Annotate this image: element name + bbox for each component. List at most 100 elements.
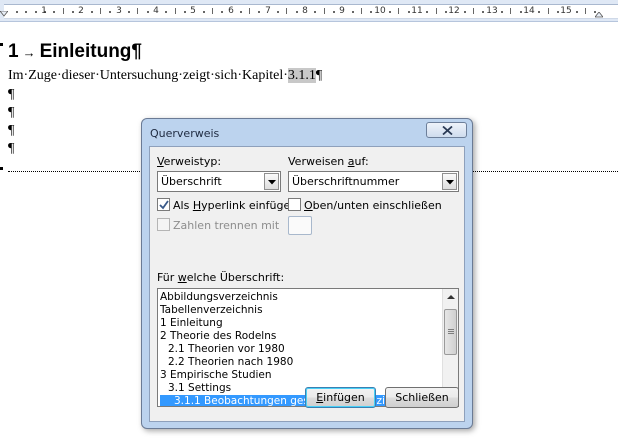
ruler-dot [576,11,578,13]
list-item[interactable]: 1 Einleitung [160,317,442,330]
ruler-number: 1 [41,6,47,16]
ruler-number: 4 [153,6,159,16]
ruler-tick [212,8,213,14]
empty-paragraph-1[interactable]: ¶ [8,87,14,103]
scroll-up-arrow[interactable] [444,290,458,304]
list-item[interactable]: 2 Theorie des Rodelns [160,330,442,343]
ruler-number: 8 [302,6,308,16]
ruler-dot [72,11,74,13]
ruler-dot [277,11,279,13]
body-paragraph[interactable]: Im·Zuge·dieser·Untersuchung·zeigt·sich·K… [8,68,322,84]
verweistyp-select[interactable]: Überschrift [157,171,281,192]
right-indent-marker-icon[interactable] [595,12,603,18]
list-item[interactable]: 3 Empirische Studien [160,369,442,382]
ruler-number: 10 [374,6,386,16]
chevron-up-icon [447,295,455,299]
oben-unten-label[interactable]: Oben/unten einschließen [304,199,442,212]
ruler-dot [520,11,522,13]
chevron-down-icon [446,180,454,185]
ruler-dot [464,11,466,13]
chevron-down-icon [268,180,276,185]
list-item[interactable]: 2.2 Theorien nach 1980 [160,356,442,369]
dialog-title: Querverweis [150,127,220,140]
horizontal-ruler[interactable]: 1 2 3 4 5 6 7 8 9 10 11 12 13 14 15 [0,0,618,22]
hyperlink-checkbox[interactable] [157,198,170,211]
empty-paragraph-3[interactable]: ¶ [8,123,14,139]
page-break-marker [0,167,3,170]
ruler-dot [53,11,55,13]
list-item[interactable]: Tabellenverzeichnis [160,304,442,317]
ruler-number: 2 [78,6,84,16]
empty-paragraph-2[interactable]: ¶ [8,105,14,121]
verweistyp-label: Verweistyp: [157,155,222,168]
ruler-dot [296,11,298,13]
ruler-dot [389,11,391,13]
ruler-dot [426,11,428,13]
list-item[interactable]: Abbildungsverzeichnis [160,291,442,304]
ruler-dot [408,11,410,13]
ruler-number: 7 [265,6,271,16]
ruler-tick [63,8,64,14]
ruler-number: 5 [190,6,196,16]
ruler-dot [240,11,242,13]
ruler-dot [221,11,223,13]
heading-1[interactable]: 1 → Einleitung¶ [8,41,142,63]
paragraph-text: Im·Zuge·dieser·Untersuchung·zeigt·sich·K… [8,68,288,83]
dialog-close-button[interactable] [426,122,467,138]
zahlen-trennen-input[interactable] [288,216,312,235]
ruler-number: 12 [448,6,460,16]
ruler-tick [361,8,362,14]
ruler-dot [203,11,205,13]
ruler-dot [184,11,186,13]
ruler-tick [585,8,586,14]
verweisen-auf-dropdown-arrow[interactable] [442,173,457,190]
close-icon [442,126,453,135]
ruler-dot [370,11,372,13]
ruler-dot [482,11,484,13]
insert-button[interactable]: Einfügen [305,387,376,408]
close-dialog-button[interactable]: Schließen [385,387,459,408]
dialog-body: Verweistyp: Überschrift Verweisen auf: Ü… [149,146,465,422]
ruler-dot [333,11,335,13]
verweistyp-value: Überschrift [161,175,222,188]
scroll-thumb[interactable] [444,309,457,355]
list-item[interactable]: 2.1 Theorien vor 1980 [160,343,442,356]
ruler-tick [473,8,474,14]
zahlen-trennen-checkbox[interactable] [157,218,170,231]
ueberschrift-list-label: Für welche Überschrift: [157,271,285,284]
zahlen-trennen-label: Zahlen trennen mit [173,219,280,232]
ruler-dot [165,11,167,13]
first-line-indent-marker-icon[interactable] [0,11,8,17]
hyperlink-label[interactable]: Als Hyperlink einfügen [173,199,297,212]
heading-marker [0,43,3,46]
checkmark-icon [159,200,169,210]
ruler-dot [594,11,596,13]
verweistyp-dropdown-arrow[interactable] [264,173,279,190]
verweisen-auf-label: Verweisen auf: [288,155,369,168]
ruler-number: 11 [411,6,423,16]
tab-arrow-icon: → [22,45,36,60]
ruler-number: 14 [523,6,535,16]
heading-pilcrow: ¶ [131,41,142,62]
ruler-dot [128,11,130,13]
ruler-tick [548,8,549,14]
ruler-dot [557,11,559,13]
ruler-dot [352,11,354,13]
ruler-dot [25,11,27,13]
cross-reference-dialog: Querverweis Verweistyp: Überschrift Verw… [141,118,473,429]
ruler-dot [91,11,93,13]
ruler-tick [100,8,101,14]
ruler-tick [249,8,250,14]
ruler-dot [35,11,37,13]
ruler-dot [147,11,149,13]
ruler-tick [137,8,138,14]
oben-unten-checkbox[interactable] [288,198,301,211]
empty-paragraph-4[interactable]: ¶ [8,141,14,157]
heading-number: 1 [8,41,19,62]
cross-reference-field[interactable]: 3.1.1 [287,68,316,83]
ruler-tick [510,8,511,14]
ruler-dot [501,11,503,13]
verweisen-auf-select[interactable]: Überschriftnummer [288,171,459,192]
paragraph-pilcrow: ¶ [315,68,323,83]
ruler-dot [258,11,260,13]
